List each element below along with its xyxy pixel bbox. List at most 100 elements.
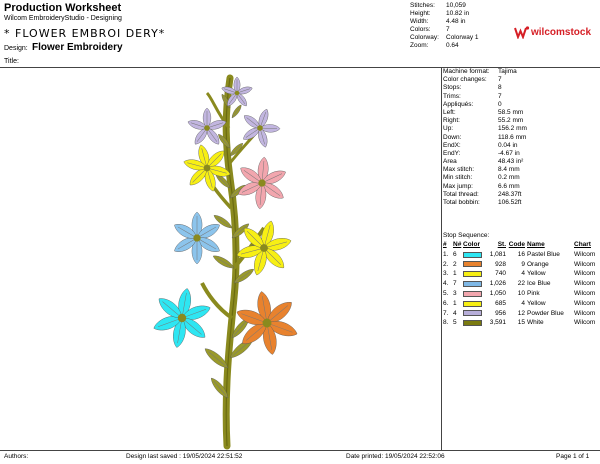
info-row: Color changes: 7 [443,76,599,84]
stop-st: 685 [495,299,506,307]
stat-row-value: 7 [446,26,450,33]
stop-num: 6. [443,299,449,307]
page-number: Page 1 of 1 [556,453,590,460]
stop-num: 8. [443,319,449,327]
stop-num: 3. [443,270,449,278]
info-row-label: Max stitch: [443,166,475,174]
stop-chart: Wilcom [574,280,596,288]
info-row: Min stitch: 0.2 mm [443,174,599,182]
design-name-display: * FLOWER EMBROI DERY* [4,27,166,40]
stop-code: 10 [517,289,525,297]
stop-sequence: Stop Sequence: # N# Color St. Code Name … [443,231,599,328]
authors-label: Authors: [4,453,29,460]
info-row: Left: 58.5 mm [443,109,599,117]
info-row: Max stitch: 8.4 mm [443,166,599,174]
color-swatch [463,261,482,268]
info-row-label: Max jump: [443,182,473,190]
yellow-flower-upper-center [203,164,211,172]
stop-st: 956 [495,309,506,317]
stop-chart: Wilcom [574,319,596,327]
info-row-value: 0.2 mm [498,174,520,182]
stop-st: 1,050 [489,289,506,297]
stat-row: Height: 10.82 in [410,10,512,18]
stat-row-label: Colorway: [410,34,439,41]
info-row-label: EndY: [443,149,461,157]
stop-row: 6. 1 685 4 Yellow Wilcom [443,299,599,309]
stop-num: 4. [443,280,449,288]
stop-st: 928 [495,260,506,268]
stop-code: 4 [521,299,525,307]
stop-color [463,279,487,289]
col-name: Name [527,241,545,248]
stop-name: Powder Blue [527,309,564,317]
stat-row: Width: 4.48 in [410,18,512,26]
info-row-value: 55.2 mm [498,117,524,125]
stop-table: # N# Color St. Code Name Chart 1. 6 1,081 1… [443,240,599,328]
info-row-label: Up: [443,125,454,133]
info-row-value: 6.6 mm [498,182,520,190]
stop-rows: 1. 6 1,081 16 Pastel Blue Wilcom 2. 2 928 9 Orange… [443,250,599,328]
worksheet-footer: Authors: Design last saved : 19/05/2024 … [0,451,600,463]
info-row-label: Appliqués: [443,100,474,108]
stat-row-value: 10.82 in [446,10,470,17]
color-swatch [463,310,482,317]
stat-row: Zoom: 0.64 [410,42,512,50]
stop-code: 22 [517,280,525,288]
stop-st: 3,591 [489,319,506,327]
info-row-value: 106.52ft [498,199,522,206]
stop-name: Yellow [527,299,546,307]
col-n: N# [453,241,462,248]
info-row-value: 118.6 mm [498,133,527,141]
stat-row-value: 4.48 in [446,18,466,25]
stop-n: 1 [453,270,457,278]
info-row: Area 48.43 in² [443,158,599,166]
info-row-value: 156.2 mm [498,125,527,133]
info-row: Up: 156.2 mm [443,125,599,133]
color-swatch [463,251,482,258]
stat-row-label: Width: [410,18,429,25]
info-row-value: 7 [498,92,502,100]
stop-n: 7 [453,280,457,288]
lavender-flower-left-center [204,125,210,131]
info-row-label: Stops: [443,84,462,92]
stop-chart: Wilcom [574,299,596,307]
info-row-label: EndX: [443,141,461,149]
date-printed: Date printed: 19/05/2024 22:52:06 [346,453,445,460]
info-row-label: Area [443,158,457,166]
yellow-flower-lower-center [260,244,268,252]
stop-name: White [527,319,544,327]
stop-name: Yellow [527,270,546,278]
cyan-flower-center [177,313,187,323]
info-row: Stops: 8 [443,84,599,92]
col-chart: Chart [574,241,591,248]
stop-color [463,250,487,260]
stop-chart: Wilcom [574,270,596,278]
panel-divider [441,67,442,451]
info-row: EndY: -4.67 in [443,150,599,158]
stat-row-value: 10,059 [446,2,466,9]
stop-row: 2. 2 928 9 Orange Wilcom [443,260,599,270]
stop-num: 2. [443,260,449,268]
info-row-value: 7 [498,76,502,84]
info-row-value: 0.04 in [498,141,518,149]
design-value: Flower Embroidery [32,42,123,53]
stop-row: 4. 7 1,026 22 Ice Blue Wilcom [443,279,599,289]
stop-color [463,318,487,328]
info-row-label: Machine format: [443,68,490,75]
stop-num: 1. [443,250,449,258]
stop-code: 4 [521,270,525,278]
stop-n: 5 [453,319,457,327]
stat-row-label: Zoom: [410,42,429,49]
stat-row-label: Colors: [410,26,431,33]
stop-row: 3. 1 740 4 Yellow Wilcom [443,269,599,279]
stop-name: Pink [527,289,540,297]
info-row-label: Right: [443,117,460,125]
color-swatch [463,290,482,297]
stop-row: 7. 4 956 12 Powder Blue Wilcom [443,309,599,319]
stop-n: 4 [453,309,457,317]
stop-st: 1,081 [489,250,506,258]
design-preview [153,74,298,450]
stop-name: Orange [527,260,549,268]
color-swatch [463,281,482,288]
design-row: Design: Flower Embroidery [4,42,404,53]
